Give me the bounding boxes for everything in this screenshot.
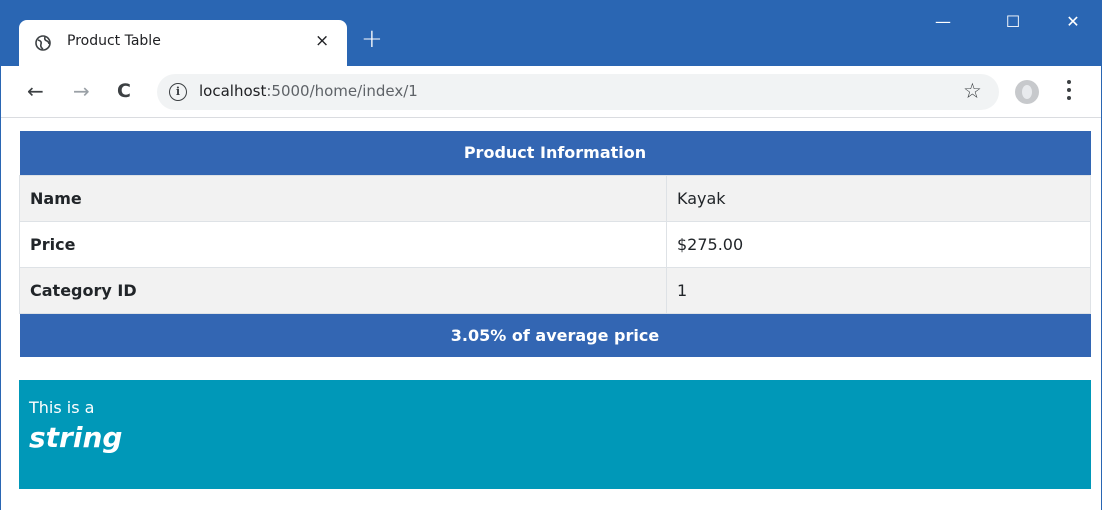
product-info-table: Product Information Name Kayak Price $27… — [19, 131, 1091, 357]
table-footer: 3.05% of average price — [19, 313, 1091, 357]
row-label: Category ID — [19, 266, 667, 314]
profile-avatar-icon[interactable] — [1015, 80, 1039, 104]
alert-emphasis: string — [29, 421, 123, 454]
row-value: $275.00 — [666, 220, 1091, 268]
page-content: Product Information Name Kayak Price $27… — [1, 119, 1101, 510]
row-value: 1 — [666, 266, 1091, 314]
bookmark-star-icon[interactable]: ☆ — [963, 79, 982, 103]
table-header: Product Information — [19, 131, 1091, 175]
browser-tab[interactable]: Product Table × — [19, 20, 347, 66]
row-value: Kayak — [666, 174, 1091, 222]
table-row: Price $275.00 — [19, 220, 1091, 268]
maximize-button[interactable]: ☐ — [999, 14, 1027, 30]
url-path: :5000/home/index/1 — [266, 82, 418, 100]
menu-dots-icon[interactable] — [1067, 80, 1071, 100]
info-icon[interactable]: i — [169, 83, 187, 101]
tab-close-icon[interactable]: × — [315, 31, 329, 51]
title-bar: Product Table × + — ☐ ✕ — [1, 0, 1101, 66]
row-label: Name — [19, 174, 667, 222]
url-text: localhost:5000/home/index/1 — [199, 82, 418, 100]
globe-icon — [35, 35, 51, 51]
row-label: Price — [19, 220, 667, 268]
close-window-button[interactable]: ✕ — [1059, 14, 1087, 30]
forward-button[interactable]: → — [73, 80, 90, 102]
table-row: Name Kayak — [19, 174, 1091, 222]
back-button[interactable]: ← — [27, 80, 44, 102]
minimize-button[interactable]: — — [929, 14, 957, 30]
alert-prefix: This is a — [29, 398, 95, 417]
browser-window: Product Table × + — ☐ ✕ ← → C i localhos… — [0, 0, 1102, 510]
new-tab-button[interactable]: + — [361, 26, 383, 52]
browser-toolbar: ← → C i localhost:5000/home/index/1 ☆ — [1, 66, 1101, 118]
tab-title: Product Table — [67, 33, 161, 49]
reload-button[interactable]: C — [117, 80, 131, 102]
info-alert: This is a string — [19, 380, 1091, 489]
table-row: Category ID 1 — [19, 266, 1091, 314]
url-host: localhost — [199, 82, 267, 100]
address-bar[interactable]: i localhost:5000/home/index/1 ☆ — [157, 74, 999, 110]
